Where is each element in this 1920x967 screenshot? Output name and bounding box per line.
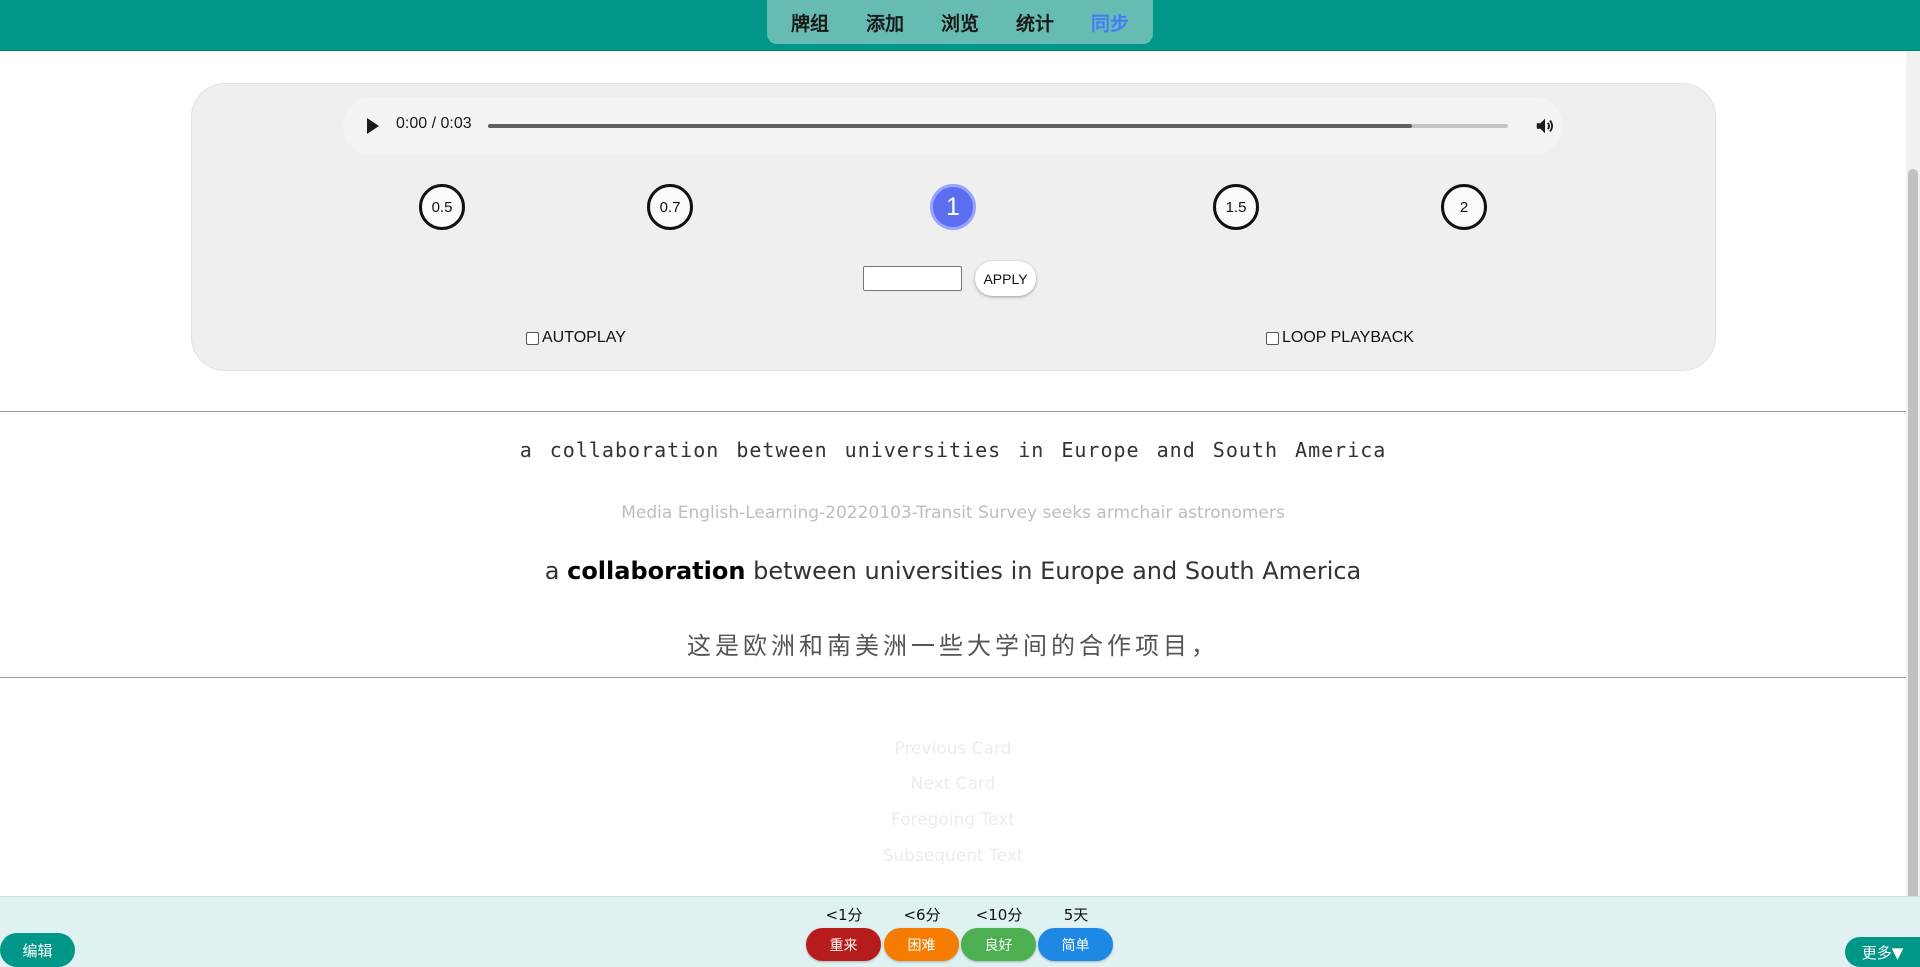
audio-progress-bar[interactable] xyxy=(488,124,1508,128)
more-button[interactable]: 更多▼ xyxy=(1845,937,1920,967)
answer-bar xyxy=(0,896,1920,967)
speed-0.5-button[interactable]: 0.5 xyxy=(419,184,465,230)
again-button[interactable]: 重来 xyxy=(806,928,881,961)
speed-2-button[interactable]: 2 xyxy=(1441,184,1487,230)
audio-player: 0:00 / 0:03 xyxy=(343,97,1563,155)
tab-browse[interactable]: 浏览 xyxy=(923,9,998,36)
foregoing-text-link[interactable]: Foregoing Text xyxy=(0,810,1906,830)
sentence-keyword: collaboration xyxy=(567,557,746,585)
audio-progress-fill xyxy=(488,124,1413,128)
loop-playback-checkbox[interactable] xyxy=(1266,331,1279,345)
custom-rate-input[interactable] xyxy=(863,266,962,291)
autoplay-checkbox[interactable] xyxy=(526,331,539,345)
scrollbar-thumb[interactable] xyxy=(1908,169,1918,949)
autoplay-toggle[interactable]: AUTOPLAY xyxy=(526,329,626,347)
divider-bottom xyxy=(0,677,1906,678)
top-bar: 牌组 添加 浏览 统计 同步 xyxy=(0,0,1920,51)
previous-card-link[interactable]: Previous Card xyxy=(0,739,1906,759)
speed-1.5-button[interactable]: 1.5 xyxy=(1213,184,1259,230)
next-card-link[interactable]: Next Card xyxy=(0,774,1906,794)
loop-playback-toggle[interactable]: LOOP PLAYBACK xyxy=(1266,329,1414,347)
good-button[interactable]: 良好 xyxy=(961,928,1036,961)
sentence-main: a collaboration between universities in … xyxy=(0,557,1906,585)
sentence-prefix: a xyxy=(544,557,560,585)
subsequent-text-link[interactable]: Subsequent Text xyxy=(0,846,1906,866)
divider-top xyxy=(0,411,1906,412)
sentence-suffix: between universities in Europe and South… xyxy=(753,557,1362,585)
sentence-typed: a collaboration between universities in … xyxy=(519,438,1387,462)
tab-stats[interactable]: 统计 xyxy=(998,9,1073,36)
page-scrollbar[interactable] xyxy=(1906,51,1920,949)
main-nav: 牌组 添加 浏览 统计 同步 xyxy=(767,0,1153,44)
apply-button[interactable]: APPLY xyxy=(975,261,1036,296)
tab-add[interactable]: 添加 xyxy=(848,9,923,36)
ease-easy-interval: 5天 xyxy=(1063,906,1089,924)
speed-1-button[interactable]: 1 xyxy=(930,184,976,230)
tab-sync[interactable]: 同步 xyxy=(1073,9,1148,36)
volume-icon[interactable] xyxy=(1534,115,1556,137)
edit-button[interactable]: 编辑 xyxy=(0,933,75,967)
hard-button[interactable]: 困难 xyxy=(884,928,959,961)
autoplay-label: AUTOPLAY xyxy=(542,329,626,346)
tab-decks[interactable]: 牌组 xyxy=(773,9,848,36)
ease-again-interval: <1分 xyxy=(825,906,863,924)
ease-good-interval: <10分 xyxy=(975,906,1023,924)
speed-0.7-button[interactable]: 0.7 xyxy=(647,184,693,230)
card-source: Media English-Learning-20220103-Transit … xyxy=(621,503,1285,523)
audio-time: 0:00 / 0:03 xyxy=(396,115,472,132)
sentence-translation: 这是欧洲和南美洲一些大学间的合作项目， xyxy=(687,632,1219,660)
loop-playback-label: LOOP PLAYBACK xyxy=(1282,329,1414,346)
ease-hard-interval: <6分 xyxy=(903,906,941,924)
play-icon[interactable] xyxy=(367,118,379,134)
easy-button[interactable]: 简单 xyxy=(1038,928,1113,961)
